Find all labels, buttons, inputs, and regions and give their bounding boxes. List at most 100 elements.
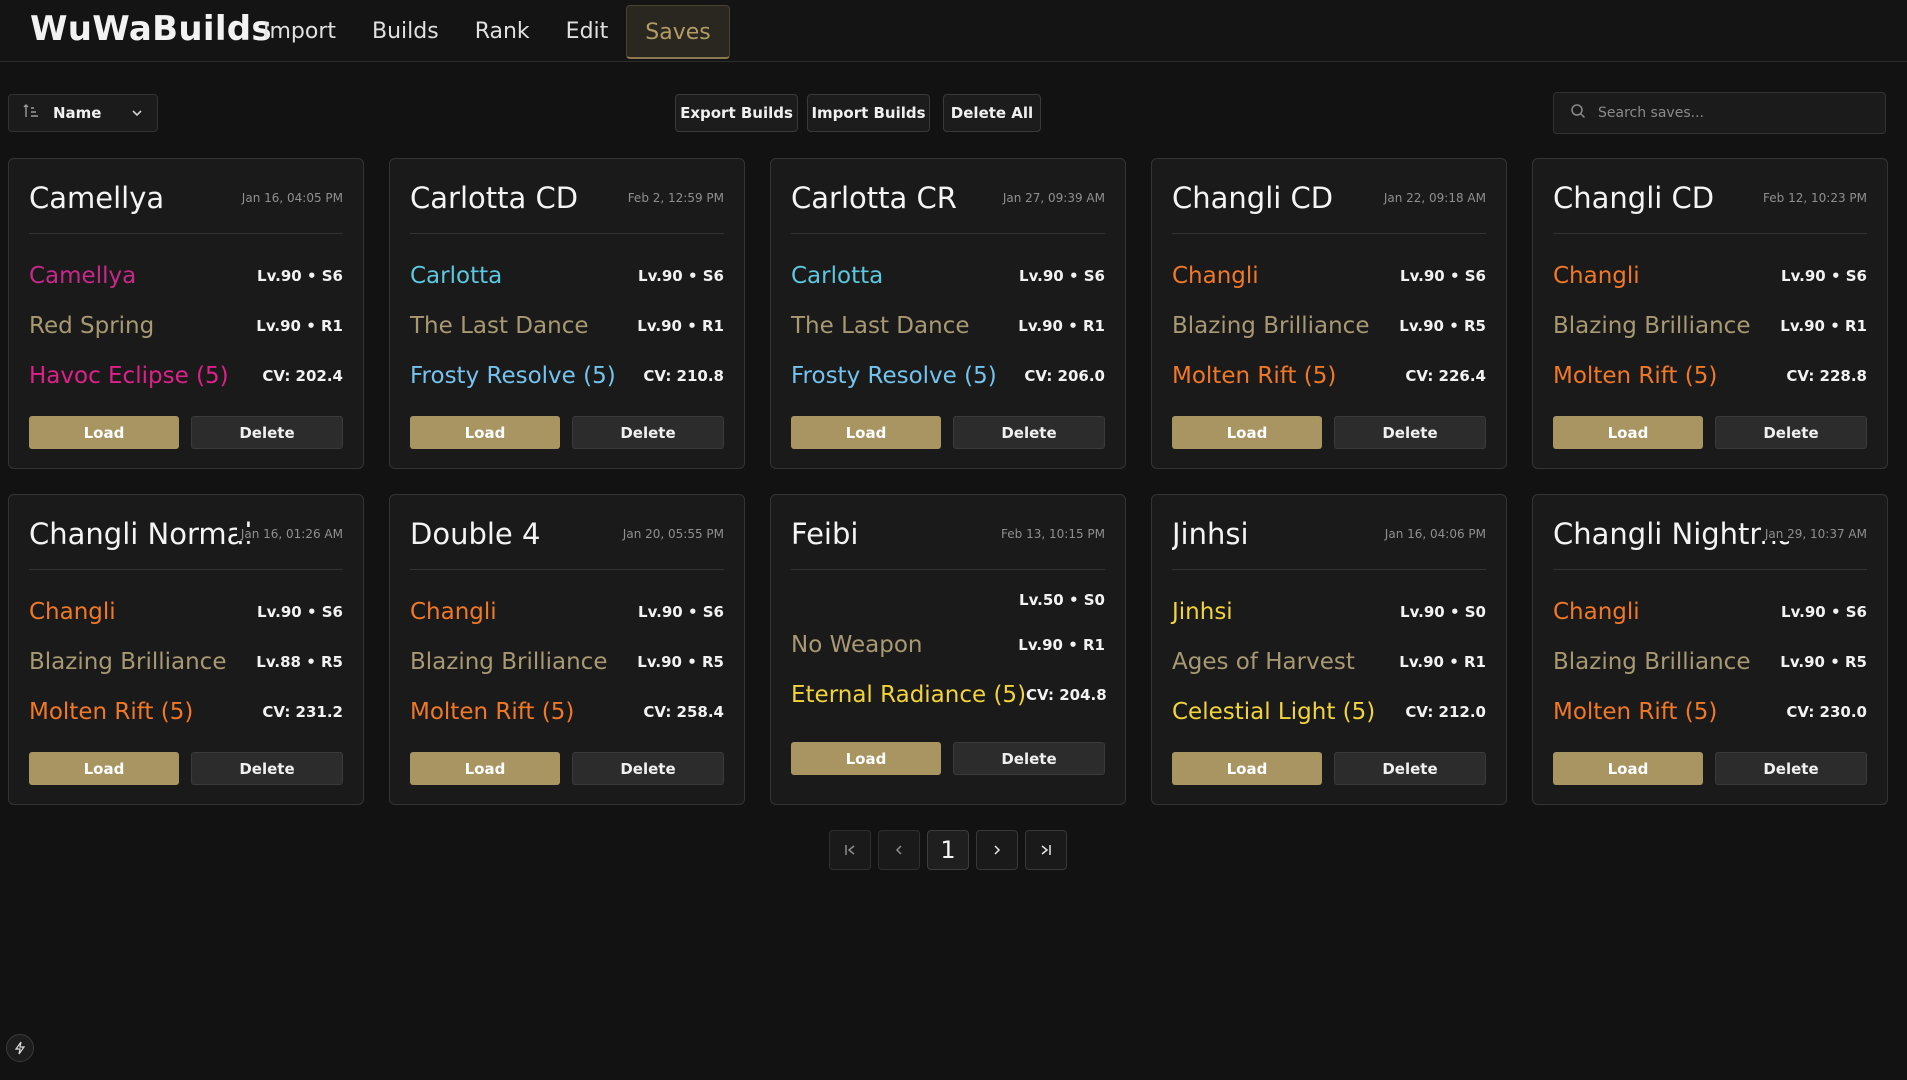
load-button[interactable]: Load [1172, 752, 1322, 785]
chevron-right-icon[interactable] [976, 830, 1018, 870]
crit-value: CV: 210.8 [643, 367, 724, 385]
save-title: Changli CD [1172, 181, 1334, 215]
load-button[interactable]: Load [410, 416, 560, 449]
last-page-icon[interactable] [1025, 830, 1067, 870]
card-header: Jinhsi Jan 16, 04:06 PM [1172, 495, 1486, 570]
load-button[interactable]: Load [791, 416, 941, 449]
echo-set: Molten Rift (5) [29, 699, 194, 725]
character-level: Lv.90 • S6 [257, 267, 343, 285]
card-actions: Load Delete [1553, 752, 1867, 785]
character-row: Changli Lv.90 • S6 [1553, 595, 1867, 629]
save-card: Changli Nightmare Jan 29, 10:37 AM Chang… [1532, 494, 1888, 805]
load-button[interactable]: Load [791, 742, 941, 775]
load-button[interactable]: Load [29, 752, 179, 785]
first-page-icon[interactable] [829, 830, 871, 870]
save-title: Jinhsi [1172, 517, 1249, 551]
card-actions: Load Delete [1553, 416, 1867, 449]
save-card: Changli CD Feb 12, 10:23 PM Changli Lv.9… [1532, 158, 1888, 469]
load-button[interactable]: Load [1172, 416, 1322, 449]
crit-value: CV: 258.4 [643, 703, 724, 721]
echo-row: Havoc Eclipse (5) CV: 202.4 [29, 359, 343, 393]
weapon-level: Lv.90 • R5 [637, 653, 724, 671]
save-date: Jan 22, 09:18 AM [1379, 191, 1486, 205]
echo-row: Molten Rift (5) CV: 228.8 [1553, 359, 1867, 393]
save-date: Jan 27, 09:39 AM [998, 191, 1105, 205]
echo-set: Frosty Resolve (5) [791, 363, 997, 389]
weapon-level: Lv.90 • R5 [1780, 653, 1867, 671]
weapon-row: Blazing Brilliance Lv.90 • R1 [1553, 309, 1867, 343]
character-name: Changli [29, 599, 116, 625]
delete-button[interactable]: Delete [572, 752, 724, 785]
weapon-row: Blazing Brilliance Lv.88 • R5 [29, 645, 343, 679]
character-level: Lv.90 • S6 [638, 603, 724, 621]
nav-import[interactable]: Import [245, 5, 354, 59]
character-row: Camellya Lv.90 • S6 [29, 259, 343, 293]
character-name: Camellya [29, 263, 137, 289]
load-button[interactable]: Load [29, 416, 179, 449]
weapon-row: Blazing Brilliance Lv.90 • R5 [1172, 309, 1486, 343]
weapon-name: The Last Dance [410, 313, 589, 339]
top-navbar: WuWaBuilds Import Builds Rank Edit Saves [0, 0, 1907, 62]
delete-button[interactable]: Delete [1334, 752, 1486, 785]
delete-all-button[interactable]: Delete All [943, 94, 1041, 132]
character-row: Changli Lv.90 • S6 [1553, 259, 1867, 293]
save-date: Jan 20, 05:55 PM [618, 527, 724, 541]
weapon-name: Blazing Brilliance [1172, 313, 1370, 339]
load-button[interactable]: Load [1553, 752, 1703, 785]
crit-value: CV: 231.2 [262, 703, 343, 721]
save-card: Changli CD Jan 22, 09:18 AM Changli Lv.9… [1151, 158, 1507, 469]
save-date: Feb 2, 12:59 PM [623, 191, 724, 205]
delete-button[interactable]: Delete [191, 752, 343, 785]
search-input[interactable] [1598, 105, 1868, 121]
save-date: Jan 29, 10:37 AM [1760, 527, 1867, 541]
weapon-row: Blazing Brilliance Lv.90 • R5 [1553, 645, 1867, 679]
delete-button[interactable]: Delete [953, 742, 1105, 775]
card-actions: Load Delete [29, 752, 343, 785]
card-header: Changli CD Jan 22, 09:18 AM [1172, 159, 1486, 234]
save-title: Changli Nightmare [1553, 517, 1789, 551]
save-title: Changli Normal [29, 517, 253, 551]
load-button[interactable]: Load [410, 752, 560, 785]
nav-saves[interactable]: Saves [626, 5, 730, 59]
weapon-name: Blazing Brilliance [1553, 313, 1751, 339]
weapon-level: Lv.90 • R1 [1018, 317, 1105, 335]
card-actions: Load Delete [791, 416, 1105, 449]
sort-ascending-icon [23, 104, 39, 122]
delete-button[interactable]: Delete [953, 416, 1105, 449]
character-name: Carlotta [410, 263, 503, 289]
delete-button[interactable]: Delete [1334, 416, 1486, 449]
save-title: Camellya [29, 181, 165, 215]
save-date: Jan 16, 01:26 AM [236, 527, 343, 541]
save-title: Carlotta CR [791, 181, 957, 215]
export-builds-button[interactable]: Export Builds [675, 94, 798, 132]
sort-select[interactable]: Name [8, 94, 158, 132]
page-number-current[interactable]: 1 [927, 830, 969, 870]
echo-row: Frosty Resolve (5) CV: 206.0 [791, 359, 1105, 393]
character-level: Lv.90 • S6 [1400, 267, 1486, 285]
main-nav: Import Builds Rank Edit Saves [245, 0, 730, 62]
delete-button[interactable]: Delete [1715, 416, 1867, 449]
nav-builds[interactable]: Builds [354, 5, 457, 59]
save-card: Jinhsi Jan 16, 04:06 PM Jinhsi Lv.90 • S… [1151, 494, 1507, 805]
load-button[interactable]: Load [1553, 416, 1703, 449]
echo-set: Frosty Resolve (5) [410, 363, 616, 389]
import-builds-button[interactable]: Import Builds [807, 94, 930, 132]
nav-edit[interactable]: Edit [548, 5, 627, 59]
crit-value: CV: 212.0 [1405, 703, 1486, 721]
delete-button[interactable]: Delete [1715, 752, 1867, 785]
search-box [1553, 92, 1886, 134]
delete-button[interactable]: Delete [191, 416, 343, 449]
character-row: Jinhsi Lv.90 • S0 [1172, 595, 1486, 629]
chevron-down-icon [131, 105, 143, 121]
card-header: Carlotta CD Feb 2, 12:59 PM [410, 159, 724, 234]
lightning-bolt-icon[interactable] [6, 1034, 34, 1062]
delete-button[interactable]: Delete [572, 416, 724, 449]
nav-rank[interactable]: Rank [457, 5, 548, 59]
chevron-left-icon[interactable] [878, 830, 920, 870]
character-row: Carlotta Lv.90 • S6 [410, 259, 724, 293]
character-name: Changli [410, 599, 497, 625]
character-level: Lv.90 • S6 [257, 603, 343, 621]
crit-value: CV: 228.8 [1786, 367, 1867, 385]
card-header: Camellya Jan 16, 04:05 PM [29, 159, 343, 234]
app-brand[interactable]: WuWaBuilds [30, 9, 272, 49]
